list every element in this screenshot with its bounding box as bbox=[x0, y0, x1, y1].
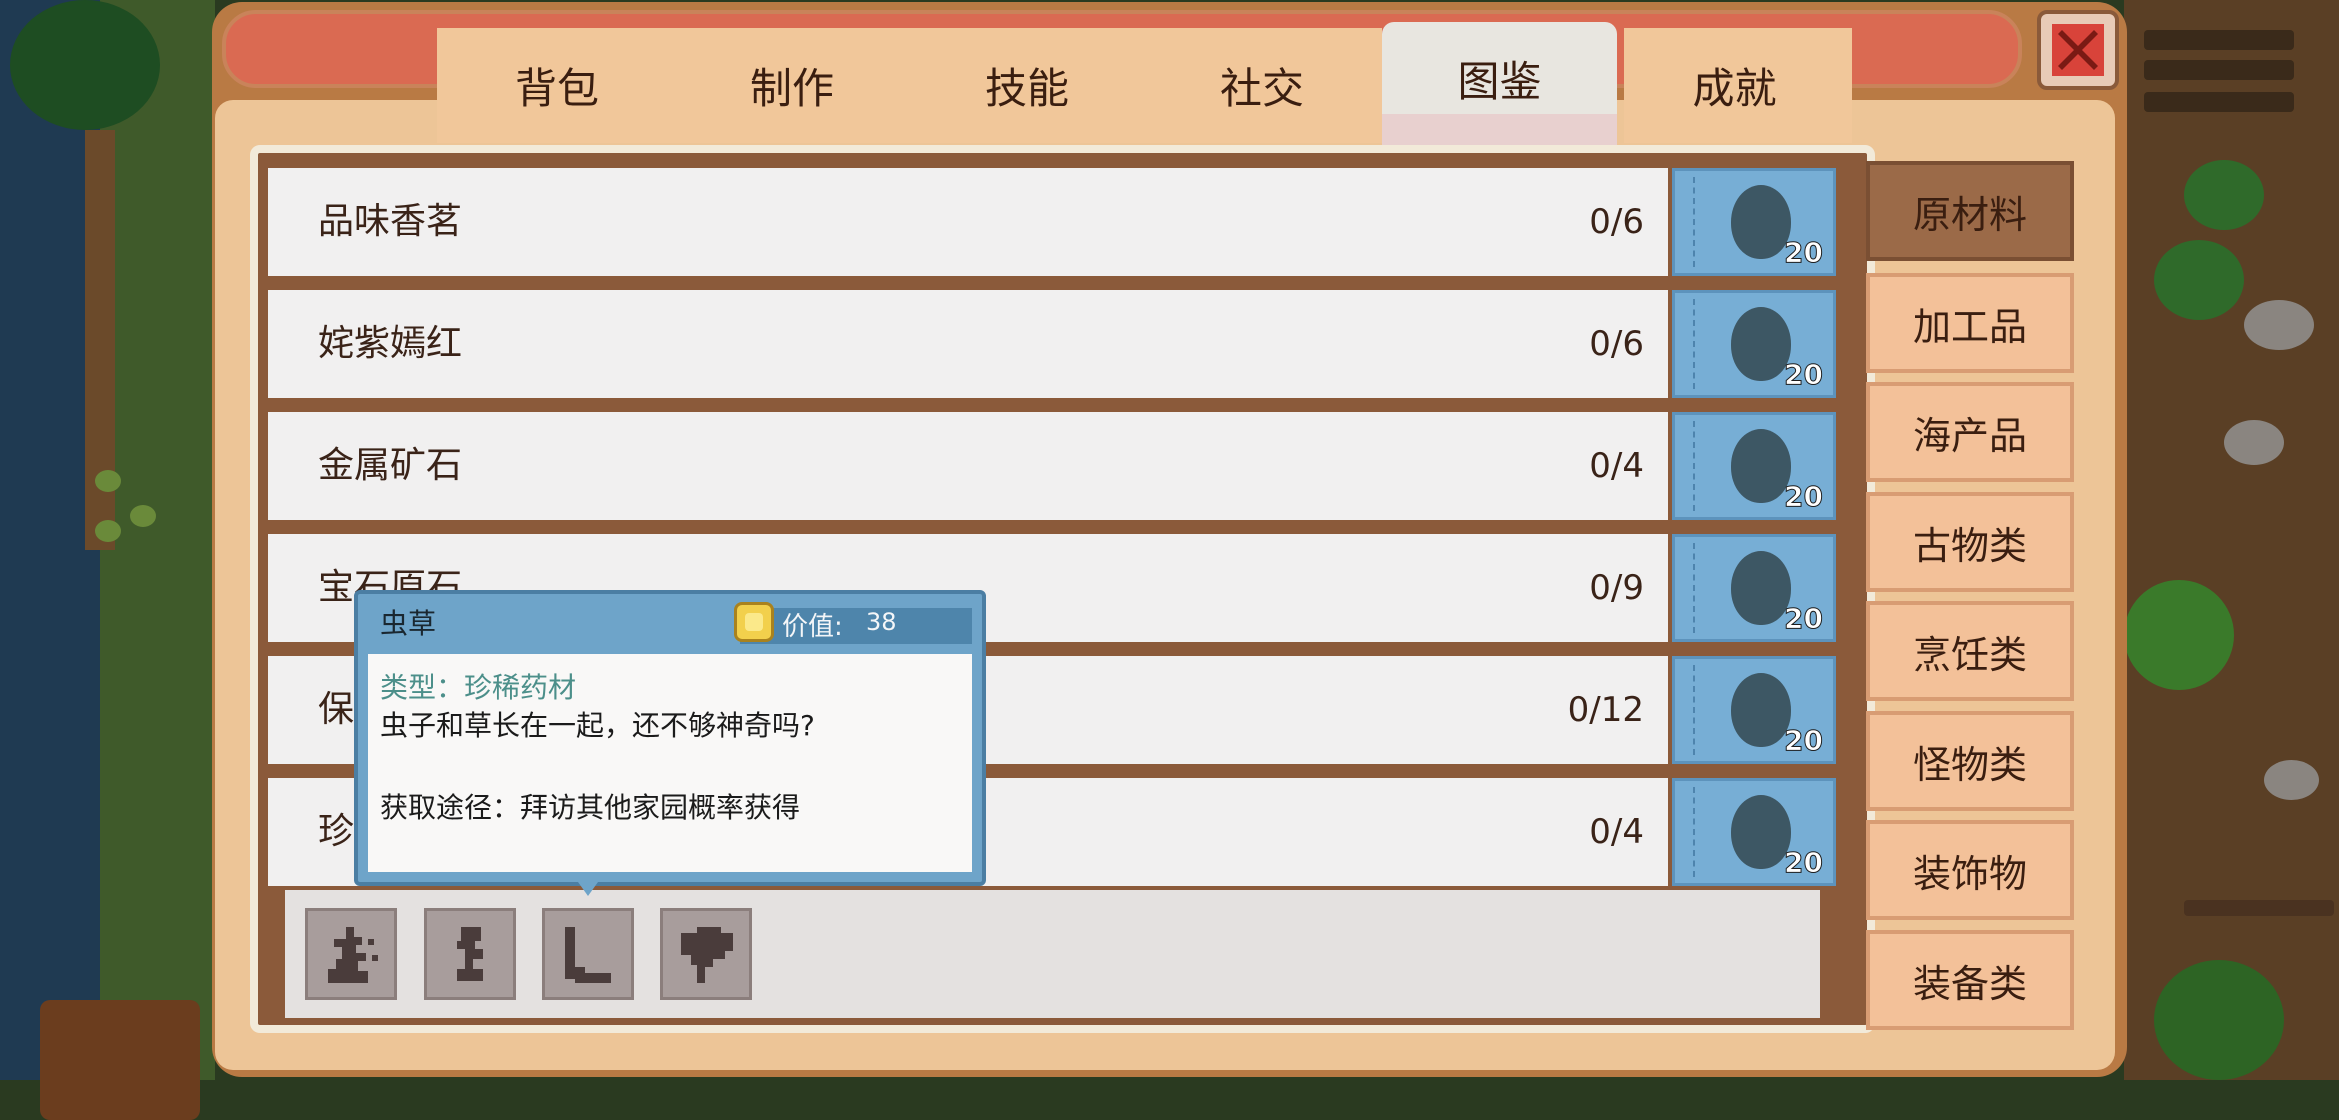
tab-social[interactable]: 社交 bbox=[1142, 28, 1382, 143]
category-monsters[interactable]: 怪物类 bbox=[1866, 711, 2074, 811]
tab-collection[interactable]: 图鉴 bbox=[1382, 22, 1617, 162]
tooltip-item-name: 虫草 bbox=[380, 607, 437, 640]
collection-item-slot[interactable] bbox=[660, 908, 752, 1000]
item-tooltip: 虫草 价值: 38 类型：珍稀药材 虫子和草长在一起，还不够神奇吗? 获取途径：… bbox=[354, 590, 986, 896]
fence-plank bbox=[2144, 92, 2294, 112]
tab-skills[interactable]: 技能 bbox=[907, 28, 1147, 143]
collection-row[interactable]: 品味香茗 0/6 20 bbox=[268, 168, 1836, 276]
rock bbox=[2224, 420, 2284, 465]
coin-icon bbox=[734, 602, 774, 642]
collection-item-slot[interactable] bbox=[305, 908, 397, 1000]
mushroom-silhouette-icon bbox=[681, 927, 733, 983]
herb-silhouette-icon bbox=[457, 927, 483, 981]
fence-plank bbox=[2144, 60, 2294, 80]
collection-row[interactable]: 姹紫嫣红 0/6 20 bbox=[268, 290, 1836, 398]
tooltip-header: 虫草 价值: 38 bbox=[358, 594, 982, 654]
row-progress: 0/4 bbox=[1589, 446, 1644, 486]
unknown-item-icon bbox=[1731, 673, 1791, 747]
tooltip-description: 虫子和草长在一起，还不够神奇吗? bbox=[380, 709, 815, 742]
grass-strip bbox=[100, 0, 215, 1080]
reward-slot[interactable]: 20 bbox=[1672, 412, 1836, 520]
fence-plank bbox=[2184, 900, 2334, 916]
rock bbox=[2264, 760, 2319, 800]
collection-item-slot[interactable] bbox=[542, 908, 634, 1000]
lily-pad-icon bbox=[130, 505, 156, 527]
unknown-item-icon bbox=[1731, 551, 1791, 625]
category-decorations[interactable]: 装饰物 bbox=[1866, 820, 2074, 920]
category-cooking[interactable]: 烹饪类 bbox=[1866, 601, 2074, 701]
unknown-item-icon bbox=[1731, 429, 1791, 503]
collection-row[interactable]: 金属矿石 0/4 20 bbox=[268, 412, 1836, 520]
category-raw-materials[interactable]: 原材料 bbox=[1866, 161, 2074, 261]
category-antiques[interactable]: 古物类 bbox=[1866, 492, 2074, 592]
rock bbox=[2244, 300, 2314, 350]
tab-crafting[interactable]: 制作 bbox=[672, 28, 912, 143]
row-progress: 0/4 bbox=[1589, 812, 1644, 852]
cordyceps-silhouette-icon bbox=[328, 927, 378, 983]
close-button[interactable] bbox=[2037, 10, 2119, 90]
row-name: 金属矿石 bbox=[318, 445, 463, 486]
tree-stump bbox=[40, 1000, 200, 1120]
reward-slot[interactable]: 20 bbox=[1672, 656, 1836, 764]
unknown-item-icon bbox=[1731, 185, 1791, 259]
tooltip-source: 获取途径：拜访其他家园概率获得 bbox=[380, 791, 801, 824]
row-progress: 0/9 bbox=[1589, 568, 1644, 608]
reward-slot[interactable]: 20 bbox=[1672, 534, 1836, 642]
unknown-item-icon bbox=[1731, 307, 1791, 381]
category-seafood[interactable]: 海产品 bbox=[1866, 382, 2074, 482]
root-silhouette-icon bbox=[565, 927, 611, 983]
row-name: 保 bbox=[318, 689, 355, 730]
tooltip-item-type: 类型：珍稀药材 bbox=[380, 671, 577, 704]
tooltip-body: 类型：珍稀药材 虫子和草长在一起，还不够神奇吗? 获取途径：拜访其他家园概率获得 bbox=[368, 654, 972, 872]
lily-pad-icon bbox=[95, 520, 121, 542]
tab-bar: 背包 制作 技能 社交 图鉴 成就 bbox=[437, 22, 1852, 162]
row-progress: 0/6 bbox=[1589, 324, 1644, 364]
bush bbox=[2154, 240, 2244, 320]
row-progress: 0/12 bbox=[1567, 690, 1644, 730]
lily-pad-icon bbox=[95, 470, 121, 492]
water-and-grass-background bbox=[0, 0, 215, 1120]
reward-slot[interactable]: 20 bbox=[1672, 168, 1836, 276]
reward-slot[interactable]: 20 bbox=[1672, 778, 1836, 886]
tab-backpack[interactable]: 背包 bbox=[437, 28, 677, 143]
bush bbox=[2124, 580, 2234, 690]
bush bbox=[2154, 960, 2284, 1080]
tree-canopy bbox=[10, 0, 160, 130]
tooltip-value: 38 bbox=[866, 608, 897, 636]
row-name: 品味香茗 bbox=[318, 201, 463, 242]
farm-background bbox=[2124, 0, 2339, 1080]
tab-achievements[interactable]: 成就 bbox=[1617, 28, 1852, 143]
reward-slot[interactable]: 20 bbox=[1672, 290, 1836, 398]
bush bbox=[2184, 160, 2264, 230]
tooltip-value-label: 价值: bbox=[782, 612, 843, 642]
category-processed-goods[interactable]: 加工品 bbox=[1866, 273, 2074, 373]
category-equipment[interactable]: 装备类 bbox=[1866, 930, 2074, 1030]
close-icon bbox=[2052, 24, 2104, 76]
row-name: 姹紫嫣红 bbox=[318, 323, 463, 364]
collection-item-slot[interactable] bbox=[424, 908, 516, 1000]
unknown-item-icon bbox=[1731, 795, 1791, 869]
tooltip-value-box bbox=[740, 608, 972, 644]
row-name: 珍 bbox=[318, 811, 355, 852]
fence-plank bbox=[2144, 30, 2294, 50]
row-progress: 0/6 bbox=[1589, 202, 1644, 242]
